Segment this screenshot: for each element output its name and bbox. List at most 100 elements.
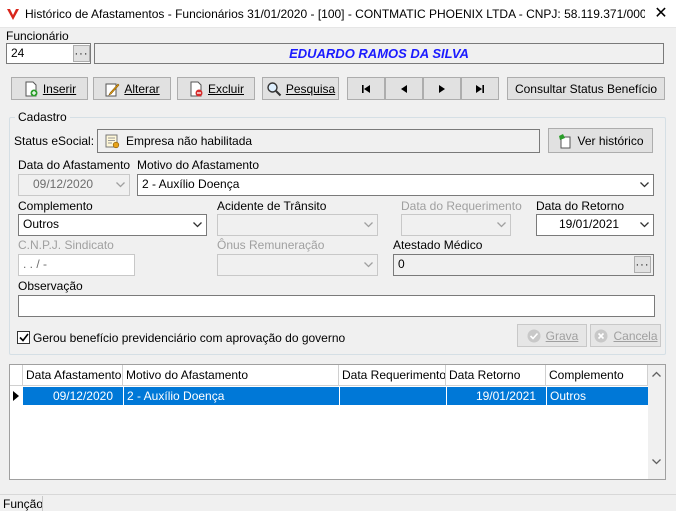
close-icon[interactable]: ✕: [650, 4, 672, 24]
consultar-status-button[interactable]: Consultar Status Benefício: [507, 77, 665, 100]
onus-remuneracao-select[interactable]: [217, 254, 378, 276]
confirm-check-icon: [527, 329, 541, 342]
atestado-medico-field[interactable]: 0: [393, 254, 654, 276]
data-afastamento-value: 09/12/2020: [33, 177, 94, 191]
funcionario-name: EDUARDO RAMOS DA SILVA: [289, 46, 469, 61]
funcionario-code-value: 24: [11, 46, 25, 60]
status-esocial-field: Empresa não habilitada: [97, 129, 540, 153]
data-afastamento-input[interactable]: 09/12/2020: [18, 174, 130, 196]
app-logo-icon: [7, 9, 19, 20]
observacao-input[interactable]: [18, 295, 655, 317]
delete-document-icon: [190, 81, 203, 96]
cadastro-caption: Cadastro: [15, 110, 70, 124]
cancela-button[interactable]: Cancela: [590, 324, 661, 347]
data-requerimento-input[interactable]: [401, 214, 511, 236]
chevron-down-icon[interactable]: [636, 215, 653, 234]
data-afastamento-label: Data do Afastamento: [18, 158, 131, 172]
cnpj-sindicato-input[interactable]: . . / -: [18, 254, 135, 276]
insert-document-icon: [25, 81, 38, 96]
chevron-down-icon[interactable]: [493, 215, 510, 234]
grid-corner: [10, 365, 23, 386]
funcionario-name-display: EDUARDO RAMOS DA SILVA: [94, 43, 664, 64]
scroll-down-icon[interactable]: [648, 453, 665, 470]
data-retorno-value: 19/01/2021: [559, 217, 620, 231]
complemento-select[interactable]: Outros: [18, 214, 207, 236]
magnifier-icon: [267, 81, 282, 96]
observacao-label: Observação: [18, 279, 83, 293]
cnpj-sindicato-label: C.N.P.J. Sindicato: [18, 238, 114, 252]
inserir-label: Inserir: [42, 81, 77, 96]
certificate-icon: [105, 134, 120, 149]
ver-historico-label: Ver histórico: [577, 133, 644, 148]
title-bar: Histórico de Afastamentos - Funcionários…: [0, 0, 676, 28]
scroll-up-icon[interactable]: [648, 365, 665, 382]
beneficio-checkbox-label: Gerou benefício previdenciário com aprov…: [33, 331, 346, 345]
afastamentos-grid[interactable]: Data Afastamento Motivo do Afastamento D…: [9, 364, 666, 480]
motivo-afastamento-value: 2 - Auxílio Doença: [142, 177, 240, 191]
chevron-down-icon[interactable]: [360, 255, 377, 274]
row-indicator-icon: [13, 391, 19, 401]
onus-remuneracao-label: Ônus Remuneração: [217, 238, 325, 252]
grid-vertical-scrollbar[interactable]: [648, 365, 665, 479]
data-requerimento-label: Data do Requerimento: [401, 199, 522, 213]
chevron-down-icon[interactable]: [112, 175, 129, 194]
beneficio-checkbox[interactable]: [17, 331, 30, 344]
consultar-status-label: Consultar Status Benefício: [514, 81, 658, 96]
grid-header-complemento[interactable]: Complemento: [546, 365, 648, 386]
cell-data-afastamento: 09/12/2020: [52, 389, 113, 403]
acidente-transito-select[interactable]: [217, 214, 378, 236]
alterar-button[interactable]: Alterar: [93, 77, 171, 100]
cnpj-sindicato-value: . . / -: [23, 257, 47, 271]
chevron-down-icon[interactable]: [189, 215, 206, 234]
cancel-x-icon: [594, 329, 608, 342]
cancela-label: Cancela: [613, 328, 658, 343]
motivo-afastamento-select[interactable]: 2 - Auxílio Doença: [137, 174, 654, 196]
motivo-afastamento-label: Motivo do Afastamento: [137, 158, 260, 172]
last-record-button[interactable]: [461, 77, 499, 100]
checkmark-icon: [18, 333, 29, 342]
next-record-button[interactable]: [423, 77, 461, 100]
atestado-medico-label: Atestado Médico: [393, 238, 483, 252]
window-title: Histórico de Afastamentos - Funcionários…: [25, 7, 645, 21]
pesquisa-button[interactable]: Pesquisa: [262, 77, 339, 100]
alterar-label: Alterar: [124, 81, 160, 96]
ver-historico-button[interactable]: Ver histórico: [548, 128, 653, 153]
previous-record-button[interactable]: [385, 77, 423, 100]
history-document-icon: [559, 133, 571, 148]
cell-motivo: 2 - Auxílio Doença: [123, 387, 339, 405]
pesquisa-label: Pesquisa: [285, 81, 336, 96]
cell-data-retorno: 19/01/2021: [446, 387, 546, 405]
data-retorno-input[interactable]: 19/01/2021: [536, 214, 654, 236]
status-bar: Função: [0, 494, 676, 511]
chevron-down-icon[interactable]: [636, 175, 653, 194]
first-record-button[interactable]: [347, 77, 385, 100]
status-bar-text: Função: [3, 497, 44, 511]
first-record-icon: [362, 84, 370, 93]
previous-record-icon: [401, 84, 407, 93]
cell-data-requerimento: [339, 387, 446, 405]
grava-label: Grava: [545, 328, 579, 343]
grid-header-motivo[interactable]: Motivo do Afastamento: [123, 365, 339, 386]
last-record-icon: [476, 84, 484, 93]
chevron-down-icon[interactable]: [360, 215, 377, 234]
status-esocial-label: Status eSocial:: [14, 134, 95, 148]
grid-header-data-afastamento[interactable]: Data Afastamento: [23, 365, 123, 386]
next-record-icon: [439, 84, 445, 93]
excluir-button[interactable]: Excluir: [177, 77, 255, 100]
complemento-label: Complemento: [18, 199, 93, 213]
acidente-transito-label: Acidente de Trânsito: [217, 199, 327, 213]
grid-header-data-requerimento[interactable]: Data Requerimento: [339, 365, 446, 386]
status-bar-separator: [42, 496, 43, 511]
grid-header-data-retorno[interactable]: Data Retorno: [446, 365, 546, 386]
data-retorno-label: Data do Retorno: [536, 199, 625, 213]
cell-complemento: Outros: [546, 387, 648, 405]
atestado-medico-button[interactable]: ···: [634, 256, 651, 273]
grava-button[interactable]: Grava: [517, 324, 587, 347]
atestado-medico-value: 0: [398, 257, 405, 271]
complemento-value: Outros: [23, 217, 60, 231]
status-esocial-value: Empresa não habilitada: [126, 134, 253, 148]
inserir-button[interactable]: Inserir: [11, 77, 88, 100]
funcionario-label: Funcionário: [6, 29, 69, 43]
funcionario-search-button[interactable]: ···: [73, 45, 90, 62]
edit-pencil-icon: [105, 83, 120, 96]
